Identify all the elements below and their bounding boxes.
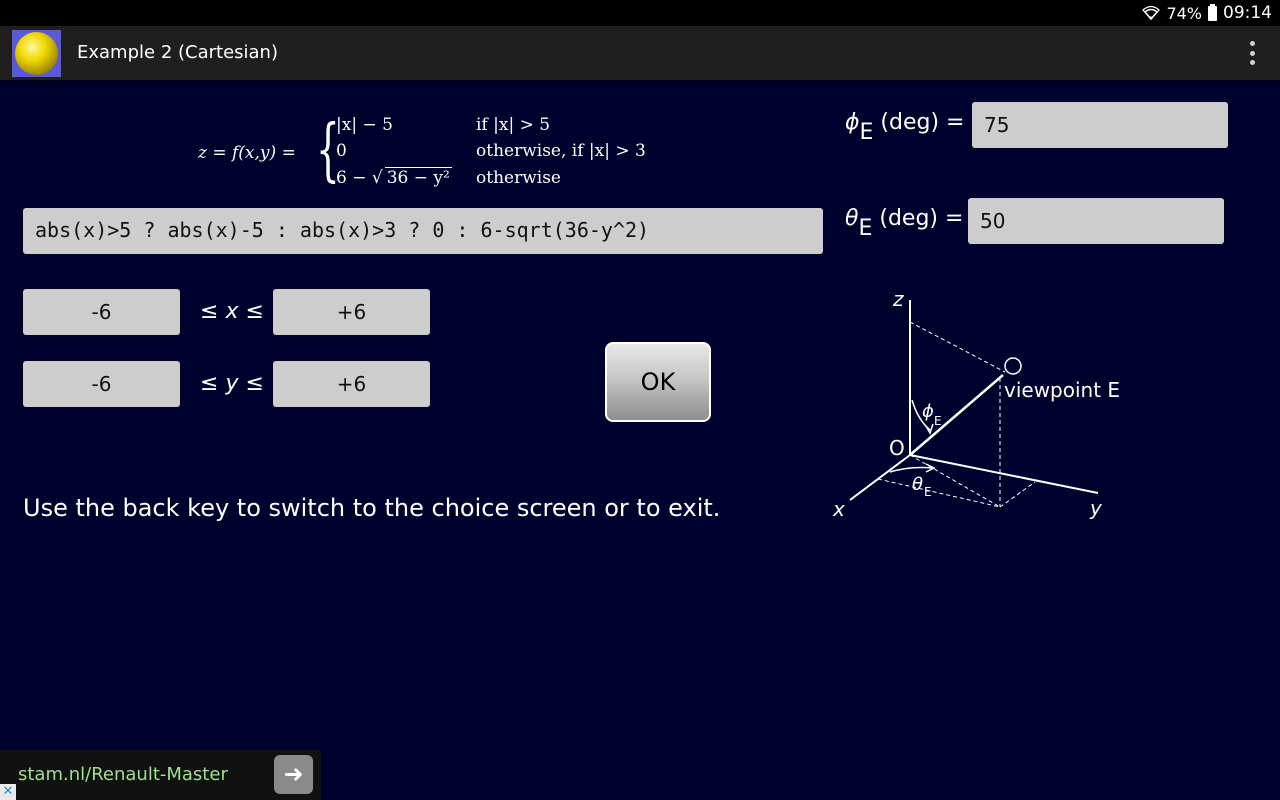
ad-text[interactable]: stam.nl/Renault-Master — [18, 764, 228, 785]
x-range-label: ≤ x ≤ — [200, 299, 264, 324]
eye-icon — [1004, 357, 1022, 375]
theta-symbol: θ — [845, 206, 859, 231]
formula-case-3-prefix: 6 − — [336, 168, 372, 188]
formula-case-1: |x| − 5 — [336, 115, 393, 135]
overflow-menu-icon[interactable] — [1248, 41, 1256, 65]
x-range-var: x — [225, 299, 239, 324]
battery-percent: 74% — [1166, 3, 1202, 23]
y-range-label: ≤ y ≤ — [200, 371, 264, 396]
formula-case-2: 0 — [336, 141, 347, 161]
diagram-phi-symbol: ϕ — [922, 401, 934, 422]
phi-sub: E — [859, 120, 874, 145]
y-range-var: y — [225, 371, 239, 396]
y-range-label-post: ≤ — [238, 371, 264, 396]
y-max-input[interactable]: +6 — [273, 361, 430, 407]
app-title: Example 2 (Cartesian) — [77, 42, 278, 63]
action-bar: Example 2 (Cartesian) — [0, 26, 1280, 80]
phi-symbol: ϕ — [845, 110, 860, 135]
close-icon[interactable]: ✕ — [0, 784, 16, 800]
y-range-label-pre: ≤ — [200, 371, 226, 396]
theta-input[interactable]: 50 — [968, 198, 1224, 244]
x-max-input[interactable]: +6 — [273, 289, 430, 335]
dashed-line — [999, 481, 1036, 508]
arrow-right-icon[interactable]: ➜ — [274, 755, 313, 794]
dashed-line — [877, 478, 1001, 508]
formula-cond-1: if |x| > 5 — [476, 115, 551, 135]
ad-banner[interactable]: stam.nl/Renault-Master ➜ — [0, 750, 321, 800]
sqrt-icon: √ — [371, 168, 383, 188]
status-bar: 74% 09:14 — [0, 0, 1280, 26]
x-range-label-post: ≤ — [238, 299, 264, 324]
ok-button[interactable]: OK — [605, 342, 711, 422]
z-axis-label: z — [892, 287, 904, 311]
y-min-input[interactable]: -6 — [23, 361, 180, 407]
x-range-label-pre: ≤ — [200, 299, 226, 324]
expression-input[interactable]: abs(x)>5 ? abs(x)-5 : abs(x)>3 ? 0 : 6-s… — [23, 208, 823, 254]
dashed-line — [909, 321, 1006, 373]
diagram-theta-sub: E — [924, 485, 932, 499]
diagram-theta-symbol: θ — [912, 474, 923, 495]
clock: 09:14 — [1223, 3, 1272, 23]
y-axis-line — [909, 454, 1099, 494]
formula-cond-3: otherwise — [476, 168, 561, 188]
formula-lhs: z = f(x,y) = — [198, 143, 296, 163]
formula-case-3-root: 36 − y² — [384, 167, 452, 188]
dashed-line — [909, 454, 1001, 508]
formula-display: z = f(x,y) = { |x| − 5 if |x| > 5 0 othe… — [198, 112, 658, 194]
battery-icon — [1208, 3, 1217, 21]
x-min-input[interactable]: -6 — [23, 289, 180, 335]
viewpoint-label: viewpoint E — [1004, 378, 1120, 402]
x-axis-label: x — [832, 497, 845, 521]
formula-cond-2: otherwise, if |x| > 3 — [476, 141, 646, 161]
origin-label: O — [889, 436, 905, 460]
theta-unit: (deg) = — [879, 206, 964, 231]
instructions-text: Use the back key to switch to the choice… — [23, 494, 721, 522]
diagram-phi-sub: E — [934, 414, 942, 428]
app-icon[interactable] — [12, 30, 61, 77]
x-axis-line — [849, 454, 911, 501]
phi-unit: (deg) = — [880, 110, 965, 135]
theta-label: θE (deg) = — [845, 206, 963, 241]
theta-sub: E — [858, 216, 873, 241]
phi-input[interactable]: 75 — [972, 102, 1228, 148]
coordinate-diagram: z x y O viewpoint E ϕ E θ E — [832, 287, 1120, 521]
wifi-icon — [1142, 5, 1161, 21]
y-axis-label: y — [1089, 496, 1103, 520]
formula-case-3: 6 − √ 36 − y² — [336, 167, 452, 188]
phi-label: ϕE (deg) = — [845, 110, 964, 145]
phi-arrowhead — [925, 423, 934, 435]
